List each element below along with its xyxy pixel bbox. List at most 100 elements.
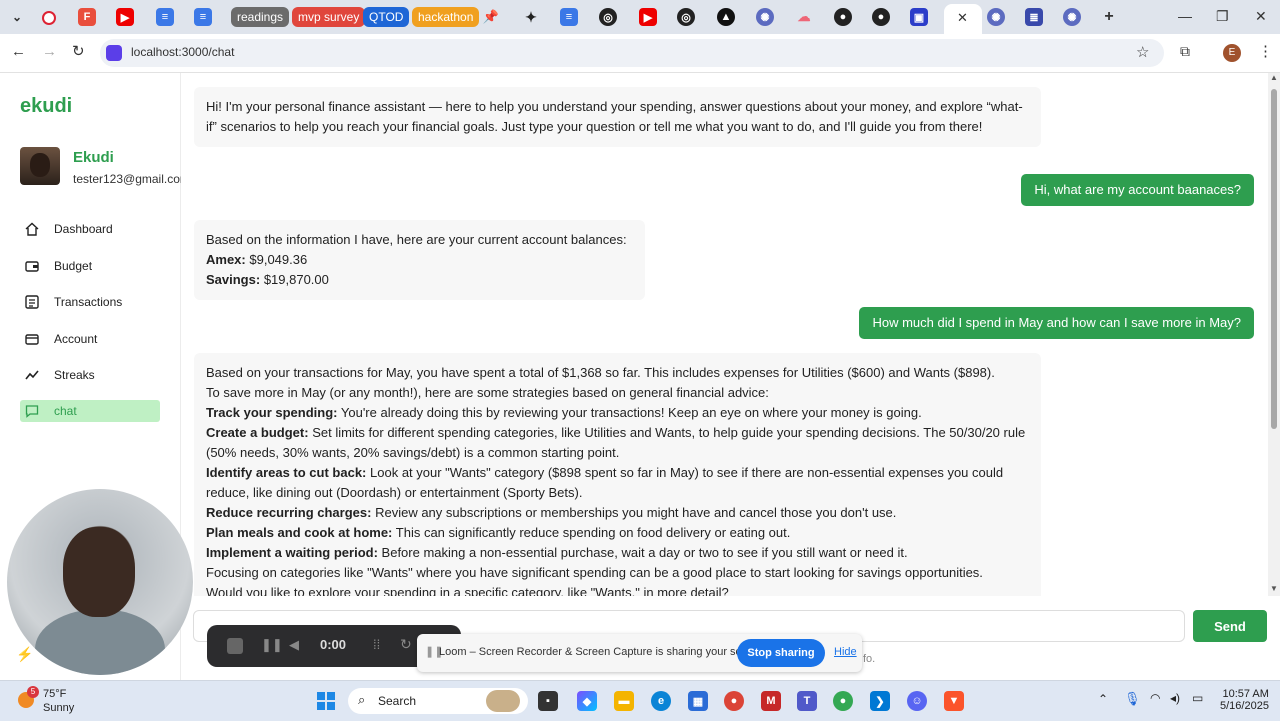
docs-tab-icon[interactable]: ≡ <box>194 8 212 26</box>
docs-tab-icon[interactable]: ≡ <box>560 8 578 26</box>
loom-webcam-bubble[interactable] <box>7 489 193 675</box>
send-button[interactable]: Send <box>1193 610 1267 642</box>
tip-title: Identify areas to cut back: <box>206 465 367 480</box>
tip-title: Implement a waiting period: <box>206 545 378 560</box>
pin-tab-icon[interactable]: 📌 <box>482 8 500 26</box>
stop-sharing-button[interactable]: Stop sharing <box>737 639 825 667</box>
active-tab[interactable]: ✕ <box>944 4 982 34</box>
menu-kebab-icon[interactable]: ⋮ <box>1258 42 1273 60</box>
nav-budget[interactable]: Budget <box>20 254 160 278</box>
nav-transactions[interactable]: Transactions <box>20 290 160 314</box>
reload-icon[interactable]: ↻ <box>72 42 85 60</box>
system-clock[interactable]: 10:57 AM 5/16/2025 <box>1220 688 1269 712</box>
chat-messages[interactable]: Hi! I'm your personal finance assistant … <box>181 73 1268 596</box>
extensions-icon[interactable]: ⧉ <box>1180 43 1190 60</box>
chat-icon <box>24 403 40 419</box>
rewind-icon[interactable]: ◀ <box>289 637 299 653</box>
windows-taskbar: 5 75°F Sunny ⌕ Search ▪ ◆ ▬ e ▦ ● M T ● … <box>0 680 1280 721</box>
edge-icon[interactable]: e <box>651 691 671 711</box>
bot-message: Hi! I'm your personal finance assistant … <box>194 87 1041 147</box>
pause-icon[interactable]: ❚❚ <box>261 637 283 653</box>
nav-dashboard[interactable]: Dashboard <box>20 217 160 241</box>
user-message: How much did I spend in May and how can … <box>859 307 1254 339</box>
profile-avatar[interactable]: E <box>1223 44 1241 62</box>
mcafee-icon[interactable]: M <box>761 691 781 711</box>
github-tab-icon[interactable]: ● <box>872 8 890 26</box>
task-view-icon[interactable]: ▪ <box>538 691 558 711</box>
tab-mvp-survey[interactable]: mvp survey <box>292 7 366 27</box>
message-text: Focusing on categories like "Wants" wher… <box>206 565 983 580</box>
restore-icon[interactable]: ❐ <box>1216 8 1229 25</box>
card-icon <box>24 331 40 347</box>
openai-tab-icon[interactable]: ◎ <box>599 8 617 26</box>
footer-text: fo. <box>863 653 876 665</box>
address-bar[interactable]: localhost:3000/chat ☆ <box>100 39 1164 67</box>
battery-icon[interactable]: ▭ <box>1192 691 1203 705</box>
tip-title: Track your spending: <box>206 405 338 420</box>
nav-streaks[interactable]: Streaks <box>20 363 160 387</box>
user-avatar <box>20 147 60 185</box>
site-icon <box>106 45 122 61</box>
weather-badge: 5 <box>27 686 39 698</box>
windows-start-icon[interactable] <box>316 691 336 711</box>
back-icon[interactable]: ← <box>11 43 26 60</box>
nav-account[interactable]: Account <box>20 327 160 351</box>
chrome-profile-icon[interactable]: ● <box>833 691 853 711</box>
tray-chevron-icon[interactable]: ⌃ <box>1098 692 1108 706</box>
vscode-icon[interactable]: ❯ <box>870 691 890 711</box>
cloud-tab-icon[interactable]: ☁ <box>795 8 813 26</box>
gear-tab-icon[interactable]: ✺ <box>987 8 1005 26</box>
tab-readings[interactable]: readings <box>231 7 290 27</box>
restart-icon[interactable]: ↻ <box>400 636 412 653</box>
bookmark-star-icon[interactable]: ☆ <box>1136 43 1149 61</box>
microphone-icon[interactable]: 🎙 <box>1124 691 1141 707</box>
store-icon[interactable]: ▦ <box>688 691 708 711</box>
figma-tab-icon[interactable]: F <box>78 8 96 26</box>
sparkle-tab-icon[interactable]: ✦ <box>522 8 540 26</box>
window-close-icon[interactable]: ✕ <box>1255 8 1267 25</box>
app-tab-icon[interactable]: ▣ <box>910 8 928 26</box>
lightning-icon[interactable]: ⚡ <box>16 646 33 663</box>
copilot-icon[interactable]: ◆ <box>577 691 597 711</box>
record-tab-icon[interactable] <box>42 11 56 25</box>
teams-icon[interactable]: T <box>797 691 817 711</box>
streak-icon <box>24 367 40 383</box>
tip-item: Plan meals and cook at home: This can si… <box>206 523 1029 543</box>
brand-logo[interactable]: ekudi <box>20 95 72 118</box>
close-tab-icon[interactable]: ✕ <box>957 10 968 26</box>
chat-scrollbar[interactable]: ▲ ▼ <box>1268 73 1280 596</box>
new-tab-icon[interactable]: + <box>1100 8 1118 26</box>
nav-chat[interactable]: chat <box>20 400 160 422</box>
minimize-icon[interactable]: — <box>1178 8 1192 24</box>
tab-qtod[interactable]: QTOD <box>363 7 410 27</box>
discord-icon[interactable]: ☺ <box>907 691 927 711</box>
scrollbar-thumb[interactable] <box>1271 89 1277 429</box>
forward-icon[interactable]: → <box>42 43 57 60</box>
triangle-tab-icon[interactable]: ▲ <box>717 8 735 26</box>
stop-record-icon[interactable] <box>227 638 243 654</box>
gear-tab-icon[interactable]: ✺ <box>756 8 774 26</box>
file-explorer-icon[interactable]: ▬ <box>614 691 634 711</box>
github-tab-icon[interactable]: ● <box>834 8 852 26</box>
message-text: Based on your transactions for May, you … <box>206 365 995 380</box>
chrome-icon[interactable]: ● <box>724 691 744 711</box>
user-message: Hi, what are my account baanaces? <box>1021 174 1254 206</box>
openai-tab-icon[interactable]: ◎ <box>677 8 695 26</box>
scroll-up-icon[interactable]: ▲ <box>1270 73 1278 82</box>
grid-icon[interactable]: ⁞⁞ <box>373 637 380 652</box>
docs-tab-icon[interactable]: ≡ <box>156 8 174 26</box>
gear-tab-icon[interactable]: ✺ <box>1063 8 1081 26</box>
weather-temp: 75°F <box>43 688 67 700</box>
wifi-icon[interactable]: ◠ <box>1150 691 1160 705</box>
notes-tab-icon[interactable]: ≣ <box>1025 8 1043 26</box>
list-icon <box>24 294 40 310</box>
youtube-tab-icon[interactable]: ▶ <box>639 8 657 26</box>
youtube-tab-icon[interactable]: ▶ <box>116 8 134 26</box>
hide-link[interactable]: Hide <box>834 646 857 658</box>
volume-icon[interactable]: ◂) <box>1170 691 1180 705</box>
tab-search-icon[interactable]: ⌄ <box>8 8 26 26</box>
taskbar-search[interactable]: ⌕ Search <box>348 688 528 714</box>
brave-icon[interactable]: ▼ <box>944 691 964 711</box>
tab-hackathon[interactable]: hackathon <box>412 7 480 27</box>
scroll-down-icon[interactable]: ▼ <box>1270 584 1278 593</box>
